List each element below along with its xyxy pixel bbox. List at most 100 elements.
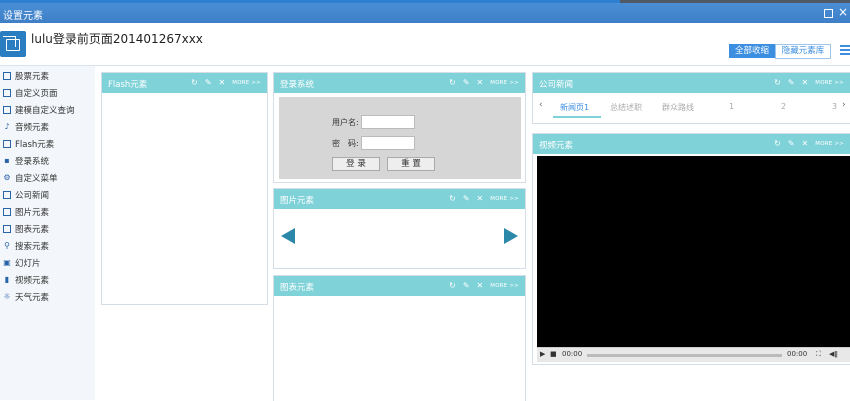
password-input[interactable]	[361, 136, 415, 150]
close-icon[interactable]: ✕	[477, 78, 484, 87]
sidebar-item-label: 搜索元素	[15, 242, 50, 252]
tab-page-3[interactable]: 3	[832, 102, 837, 111]
stop-icon[interactable]: ■	[550, 350, 557, 358]
chevron-left-icon[interactable]: ‹	[539, 100, 543, 110]
refresh-icon[interactable]: ↻	[191, 78, 198, 87]
more-link[interactable]: MORE >>	[490, 283, 519, 289]
fullscreen-icon[interactable]: ⛶	[816, 350, 821, 359]
element-library-sidebar: 股票元素 自定义页面 建模自定义查询 ♪ 音频元素 Flash元素 ▪ 登录系统 ⚙…	[0, 66, 95, 400]
video-icon: ▮	[4, 275, 10, 284]
refresh-icon[interactable]: ↻	[774, 139, 781, 148]
login-icon: ▪	[4, 156, 10, 165]
edit-icon[interactable]: ✎	[463, 194, 470, 203]
sidebar-item-audio[interactable]: ♪ 音频元素	[3, 119, 49, 135]
close-icon[interactable]: ×	[838, 6, 848, 18]
query-icon	[3, 106, 11, 114]
previous-arrow-icon[interactable]	[281, 228, 295, 244]
edit-icon[interactable]: ✎	[788, 78, 795, 87]
tab-page-2[interactable]: 2	[781, 102, 786, 111]
sidebar-item-search[interactable]: ⚲ 搜索元素	[3, 238, 49, 254]
slides-icon: ▣	[3, 258, 11, 267]
video-player[interactable]	[537, 156, 850, 347]
refresh-icon[interactable]: ↻	[774, 78, 781, 87]
seek-bar[interactable]	[587, 354, 782, 357]
sidebar-item-custom-page[interactable]: 自定义页面	[3, 85, 58, 101]
username-label: 用户名:	[332, 118, 359, 127]
tab-page-1[interactable]: 1	[729, 102, 734, 111]
sidebar-item-login[interactable]: ▪ 登录系统	[3, 153, 49, 169]
tab-news-page-1[interactable]: 新闻页1	[560, 102, 589, 113]
sidebar-item-image[interactable]: 图片元素	[3, 204, 49, 220]
more-link[interactable]: MORE >>	[815, 141, 844, 147]
volume-icon[interactable]: ◀ǁ	[829, 350, 838, 358]
list-view-icon[interactable]	[840, 45, 850, 57]
more-link[interactable]: MORE >>	[490, 196, 519, 202]
close-icon[interactable]: ✕	[477, 194, 484, 203]
more-link[interactable]: MORE >>	[232, 80, 261, 86]
news-tabs: ‹ 新闻页1 总结述职 群众路线 1 2 3 ›	[533, 97, 850, 118]
window-title: 设置元素	[3, 11, 43, 22]
login-panel: 登录系统 ↻ ✎ ✕ MORE >> 用户名: 密 码: 登 录 重 置	[273, 72, 526, 183]
current-time: 00:00	[562, 350, 583, 358]
panel-header: 图片元素 ↻ ✎ ✕ MORE >>	[274, 189, 525, 209]
music-icon: ♪	[4, 122, 10, 131]
news-icon	[3, 191, 11, 199]
sidebar-item-custom-menu[interactable]: ⚙ 自定义菜单	[3, 170, 57, 186]
sidebar-item-chart[interactable]: 图表元素	[3, 221, 49, 237]
flash-icon	[3, 140, 11, 148]
sidebar-item-slides[interactable]: ▣ 幻灯片	[3, 255, 41, 271]
panel-header: 图表元素 ↻ ✎ ✕ MORE >>	[274, 276, 525, 296]
sidebar-item-stock[interactable]: 股票元素	[3, 68, 49, 84]
close-icon[interactable]: ✕	[477, 281, 484, 290]
edit-icon[interactable]: ✎	[205, 78, 212, 87]
weather-icon: ☼	[3, 292, 11, 301]
chevron-right-icon[interactable]: ›	[842, 100, 846, 110]
table-icon	[3, 225, 11, 233]
edit-icon[interactable]: ✎	[463, 78, 470, 87]
sidebar-item-label: 登录系统	[15, 157, 50, 167]
refresh-icon[interactable]: ↻	[449, 281, 456, 290]
edit-icon[interactable]: ✎	[788, 139, 795, 148]
close-icon[interactable]: ✕	[802, 139, 809, 148]
sidebar-item-label: 幻灯片	[15, 259, 41, 269]
reset-button[interactable]: 重 置	[387, 157, 435, 171]
sidebar-item-flash[interactable]: Flash元素	[3, 136, 54, 152]
company-news-panel: 公司新闻 ↻ ✎ ✕ MORE >> ‹ 新闻页1 总结述职 群众路线 1 2 3 ›	[532, 72, 850, 124]
search-icon: ⚲	[4, 241, 10, 250]
sidebar-item-label: 图表元素	[15, 225, 50, 235]
edit-icon[interactable]: ✎	[463, 281, 470, 290]
maximize-icon[interactable]	[824, 9, 833, 18]
close-icon[interactable]: ✕	[219, 78, 226, 87]
image-icon	[3, 208, 11, 216]
panel-header: Flash元素 ↻ ✎ ✕ MORE >>	[102, 73, 267, 93]
sidebar-item-label: 自定义页面	[15, 89, 58, 99]
hide-library-button[interactable]: 隐藏元素库	[775, 44, 831, 59]
sidebar-item-label: 音频元素	[15, 123, 50, 133]
panel-header: 登录系统 ↻ ✎ ✕ MORE >>	[274, 73, 525, 93]
sidebar-item-label: 图片元素	[15, 208, 50, 218]
play-icon[interactable]: ▶	[540, 350, 545, 358]
panel-title: 登录系统	[280, 80, 315, 90]
video-panel: 视频元素 ↻ ✎ ✕ MORE >> ▶ ■ 00:00 00:00 ⛶ ◀ǁ	[532, 133, 850, 365]
next-arrow-icon[interactable]	[504, 228, 518, 244]
page-title: lulu登录前页面201401267xxx	[31, 32, 203, 46]
sidebar-item-company-news[interactable]: 公司新闻	[3, 187, 49, 203]
sidebar-item-custom-query[interactable]: 建模自定义查询	[3, 102, 75, 118]
sidebar-item-label: 公司新闻	[15, 191, 50, 201]
refresh-icon[interactable]: ↻	[449, 78, 456, 87]
sidebar-item-video[interactable]: ▮ 视频元素	[3, 272, 49, 288]
refresh-icon[interactable]: ↻	[449, 194, 456, 203]
close-icon[interactable]: ✕	[802, 78, 809, 87]
more-link[interactable]: MORE >>	[815, 80, 844, 86]
chart-icon	[3, 72, 11, 80]
active-tab-indicator	[553, 116, 601, 118]
tab-summary[interactable]: 总结述职	[610, 102, 642, 113]
more-link[interactable]: MORE >>	[490, 80, 519, 86]
collapse-all-button[interactable]: 全部收缩	[729, 44, 775, 58]
total-time: 00:00	[787, 350, 808, 358]
login-button[interactable]: 登 录	[332, 157, 380, 171]
tab-mass-line[interactable]: 群众路线	[662, 102, 694, 113]
username-input[interactable]	[361, 115, 415, 129]
sidebar-item-weather[interactable]: ☼ 天气元素	[3, 289, 49, 305]
image-panel: 图片元素 ↻ ✎ ✕ MORE >>	[273, 188, 526, 269]
